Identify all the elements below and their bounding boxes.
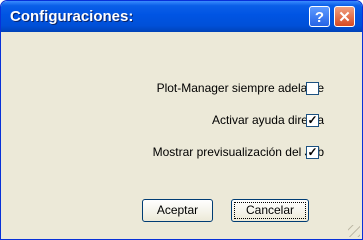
direct-help-checkbox[interactable]: ✓ (306, 114, 319, 127)
settings-dialog: Configuraciones: ? ✕ Plot-Manager siempr… (0, 0, 363, 240)
option-plot-manager-on-top: Plot-Manager siempre adelante (1, 81, 324, 95)
title-bar[interactable]: Configuraciones: ? ✕ (1, 1, 362, 32)
option-label: Mostrar previsualización del Job (152, 145, 324, 159)
help-icon[interactable]: ? (309, 6, 330, 27)
option-label: Plot-Manager siempre adelante (156, 81, 324, 95)
job-preview-checkbox[interactable]: ✓ (306, 146, 319, 159)
cancel-button[interactable]: Cancelar (231, 199, 309, 222)
option-direct-help: Activar ayuda directa (1, 113, 324, 127)
plot-manager-on-top-checkbox[interactable] (306, 82, 319, 95)
resize-grip[interactable] (348, 225, 360, 237)
accept-button[interactable]: Aceptar (142, 199, 213, 222)
dialog-title: Configuraciones: (10, 8, 134, 25)
close-icon[interactable]: ✕ (334, 6, 355, 27)
option-job-preview: Mostrar previsualización del Job (1, 145, 324, 159)
